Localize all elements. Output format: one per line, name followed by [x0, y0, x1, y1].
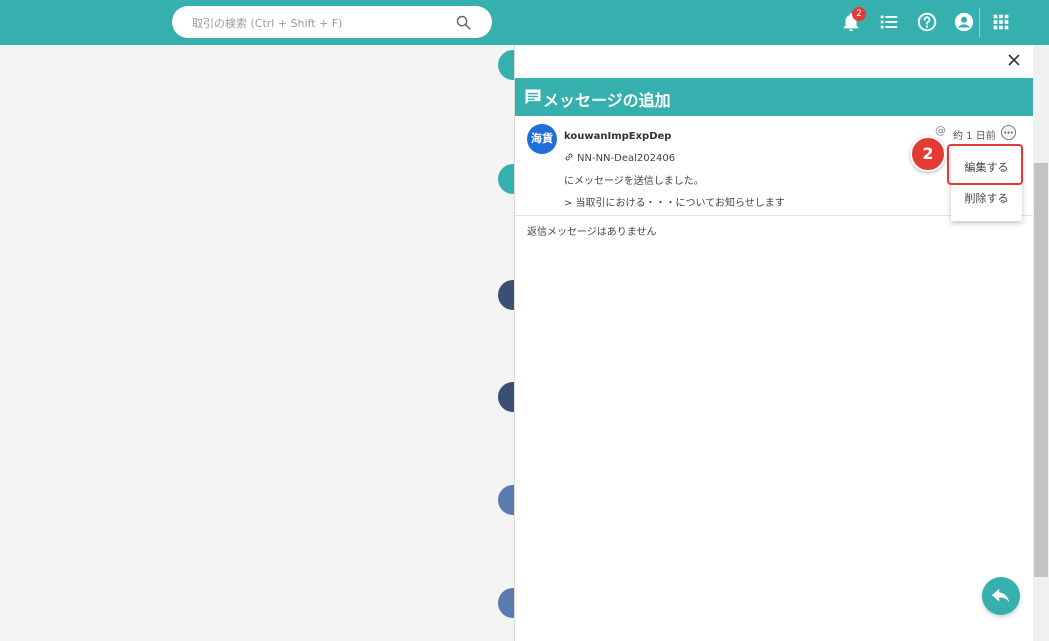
search-icon[interactable] [455, 14, 472, 31]
avatar: 海貨 [527, 124, 557, 154]
message-text: にメッセージを送信しました。 [564, 176, 704, 187]
no-reply-text: 返信メッセージはありません [527, 227, 657, 238]
apps-grid-icon[interactable] [990, 11, 1012, 33]
list-icon[interactable] [878, 11, 900, 33]
account-icon[interactable] [953, 11, 975, 33]
deal-link[interactable]: NN-NN-Deal202406 [564, 152, 675, 164]
close-icon[interactable] [1007, 53, 1021, 67]
more-options-icon[interactable] [1000, 124, 1017, 141]
reply-icon [991, 588, 1010, 603]
delete-menu-item[interactable]: 削除する [951, 184, 1022, 214]
step-marker: 2 [910, 136, 946, 172]
mention-icon[interactable]: @ [935, 124, 946, 137]
sender-name: kouwanImpExpDep [564, 131, 672, 142]
deal-name[interactable]: NN-NN-Deal202406 [577, 153, 675, 164]
link-icon [565, 153, 573, 161]
toolbar-divider [979, 8, 980, 37]
message-quote: > 当取引における・・・についてお知らせします [564, 198, 785, 209]
scrollbar[interactable] [1033, 45, 1049, 641]
notification-badge: 2 [852, 7, 866, 21]
search-box[interactable]: 取引の検索 (Ctrl + Shift + F) [172, 6, 492, 38]
search-input[interactable]: 取引の検索 (Ctrl + Shift + F) [192, 15, 342, 31]
panel-title: メッセージの追加 [543, 91, 671, 110]
top-bar: 取引の検索 (Ctrl + Shift + F) 2 [0, 0, 1049, 45]
reply-button[interactable] [982, 577, 1020, 615]
message-panel: メッセージの追加 海貨 kouwanImpExpDep NN-NN-Deal20… [514, 45, 1034, 641]
timestamp: 約 1 日前 [953, 131, 996, 142]
help-icon[interactable] [916, 11, 938, 33]
message-icon [525, 89, 541, 105]
edit-highlight-box [947, 144, 1023, 185]
scroll-thumb[interactable] [1034, 163, 1048, 577]
panel-header: メッセージの追加 [515, 78, 1034, 116]
